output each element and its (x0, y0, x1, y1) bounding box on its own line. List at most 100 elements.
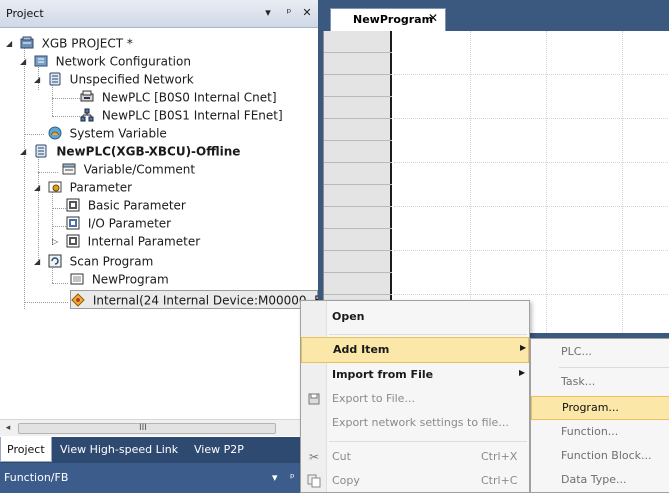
tree-item-label: Internal(24 Internal Device:M00000, Bisi (92, 293, 318, 308)
tree-item-system-variable[interactable]: System Variable (34, 124, 167, 142)
collapse-arrow-icon[interactable]: ◢ (6, 35, 16, 53)
menu-item-shortcut: Ctrl+X (481, 450, 518, 463)
project-panel-header: Project ▾ ᵖ ✕ (0, 0, 318, 28)
submenu-item-label: Function... (561, 425, 619, 438)
submenu-item-function-block[interactable]: Function Block... (531, 445, 669, 469)
tree-item-internal-device[interactable]: Internal(24 Internal Device:M00000, Bisi (70, 290, 318, 309)
scissors-icon: ✂ (308, 450, 320, 464)
expand-arrow-icon[interactable]: ▷ (52, 233, 62, 251)
editor-tab-strip: NewProgram ✕ (318, 0, 669, 31)
menu-item-label: Export to File... (332, 392, 415, 405)
menu-item-cut[interactable]: ✂ Cut Ctrl+X (301, 445, 529, 471)
tree-item-unspecified-network[interactable]: ◢ Unspecified Network (34, 70, 194, 88)
tree-item-label: Internal Parameter (87, 234, 201, 249)
tree-item-internal-parameter[interactable]: ▷ Internal Parameter (52, 232, 200, 250)
network-icon (48, 72, 62, 86)
function-fb-title: Function/FB (4, 471, 69, 484)
scan-program-icon (48, 254, 62, 268)
plc-icon (34, 144, 48, 158)
fb-panel-dropdown-icon[interactable]: ▾ (272, 471, 278, 484)
tree-item-label: Basic Parameter (87, 198, 186, 213)
menu-item-label: Add Item (333, 343, 390, 356)
tree-item-cnet[interactable]: NewPLC [B0S0 Internal Cnet] (80, 88, 277, 106)
submenu-arrow-icon: ▶ (519, 368, 526, 377)
menu-item-label: Import from File (332, 368, 434, 381)
project-tab-bar: Project View High-speed Link View P2P (0, 437, 318, 463)
horizontal-scrollbar[interactable]: ◂ III (0, 419, 318, 436)
tab-project[interactable]: Project (0, 437, 52, 462)
tree-item-plc[interactable]: ◢ NewPLC(XGB-XBCU)-Offline (20, 142, 240, 160)
tree-item-variable-comment[interactable]: Variable/Comment (48, 160, 195, 178)
submenu-item-label: Function Block... (561, 449, 652, 462)
internal-parameter-icon (66, 234, 80, 248)
tree-item-newprogram[interactable]: NewProgram (70, 270, 169, 288)
menu-item-label: Cut (332, 450, 351, 463)
menu-item-label: Open (332, 310, 365, 323)
tree-item-project[interactable]: ◢ XGB PROJECT * (6, 34, 133, 52)
submenu-item-label: Program... (562, 401, 619, 414)
collapse-arrow-icon[interactable]: ◢ (34, 71, 44, 89)
tree-item-label: Network Configuration (55, 54, 191, 69)
submenu-item-function[interactable]: Function... (531, 421, 669, 445)
tree-item-network-configuration[interactable]: ◢ Network Configuration (20, 52, 191, 70)
panel-menu-dropdown-icon[interactable]: ▾ (261, 5, 275, 21)
submenu-item-label: Data Type... (561, 473, 627, 486)
collapse-arrow-icon[interactable]: ◢ (34, 253, 44, 271)
project-icon (20, 36, 34, 50)
fb-panel-pin-icon[interactable]: ᵖ (290, 471, 295, 484)
program-icon (70, 272, 84, 286)
project-panel: Project ▾ ᵖ ✕ ◢ XGB PROJECT * ◢ Network … (0, 0, 318, 493)
fenet-icon (80, 108, 94, 122)
menu-item-import-from-file[interactable]: Import from File ▶ (301, 363, 529, 389)
collapse-arrow-icon[interactable]: ◢ (20, 53, 30, 71)
tree-item-label: XGB PROJECT * (41, 36, 133, 51)
panel-pin-icon[interactable]: ᵖ (282, 5, 296, 21)
menu-item-shortcut: Ctrl+C (481, 474, 518, 487)
menu-item-add-item[interactable]: Add Item ▶ (301, 337, 529, 363)
internal-device-icon (71, 292, 85, 307)
cnet-icon (80, 90, 94, 104)
tree-item-scan-program[interactable]: ◢ Scan Program (34, 252, 153, 270)
submenu-item-data-type[interactable]: Data Type... (531, 469, 669, 493)
tree-item-parameter[interactable]: ◢ Parameter (34, 178, 132, 196)
function-fb-panel-header: Function/FB ▾ ᵖ (0, 463, 318, 493)
menu-item-export-network-settings[interactable]: Export network settings to file... (301, 411, 529, 437)
submenu-item-plc[interactable]: PLC... (531, 341, 669, 365)
submenu-arrow-icon: ▶ (520, 343, 527, 352)
export-icon (307, 392, 321, 406)
scrollbar-thumb[interactable]: III (18, 423, 276, 434)
submenu-item-program[interactable]: Program... (531, 396, 669, 420)
tab-newprogram-label: NewProgram (353, 13, 434, 26)
submenu-item-task[interactable]: Task... (531, 371, 669, 395)
basic-parameter-icon (66, 198, 80, 212)
collapse-arrow-icon[interactable]: ◢ (20, 143, 30, 161)
tab-close-icon[interactable]: ✕ (428, 11, 438, 25)
network-config-icon (34, 54, 48, 68)
io-parameter-icon (66, 216, 80, 230)
tree-item-label: Scan Program (69, 254, 154, 269)
scrollbar-grip: III (139, 423, 147, 433)
scroll-left-icon[interactable]: ◂ (0, 420, 16, 436)
ladder-editor-canvas[interactable] (323, 31, 669, 333)
project-tree: ◢ XGB PROJECT * ◢ Network Configuration … (0, 28, 318, 418)
tree-item-label: Unspecified Network (69, 72, 194, 87)
collapse-arrow-icon[interactable]: ◢ (34, 179, 44, 197)
tab-view-p2p[interactable]: View P2P (188, 437, 250, 462)
tree-item-label: System Variable (69, 126, 167, 141)
tree-item-label: NewPLC(XGB-XBCU)-Offline (56, 144, 241, 159)
menu-item-export-to-file[interactable]: Export to File... (301, 387, 529, 413)
variable-comment-icon (62, 162, 76, 176)
context-menu: Open Add Item ▶ Import from File ▶ Expor… (300, 300, 530, 493)
project-panel-title: Project (6, 7, 44, 20)
panel-close-icon[interactable]: ✕ (300, 5, 314, 21)
tree-item-label: Parameter (69, 180, 133, 195)
menu-item-label: Export network settings to file... (332, 416, 509, 429)
tree-item-fenet[interactable]: NewPLC [B0S1 Internal FEnet] (80, 106, 283, 124)
menu-item-copy[interactable]: Copy Ctrl+C (301, 469, 529, 493)
tab-newprogram[interactable]: NewProgram ✕ (330, 8, 446, 31)
ladder-left-rail (324, 31, 392, 333)
menu-item-open[interactable]: Open (301, 305, 529, 331)
tree-item-io-parameter[interactable]: I/O Parameter (66, 214, 171, 232)
tab-view-high-speed-link[interactable]: View High-speed Link (54, 437, 184, 462)
tree-item-basic-parameter[interactable]: Basic Parameter (66, 196, 186, 214)
